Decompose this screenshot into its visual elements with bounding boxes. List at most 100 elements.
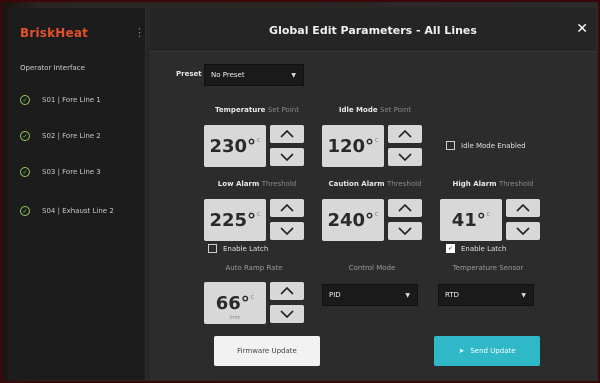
idle-mode-setpoint-label: Idle Mode Set Point bbox=[320, 106, 430, 114]
firmware-update-button[interactable]: Firmware Update bbox=[214, 336, 320, 366]
caution-alarm-number: 240° bbox=[327, 209, 375, 231]
high-alarm-value: 41° C bbox=[440, 199, 502, 241]
low-alarm-decrease-button[interactable] bbox=[270, 222, 304, 240]
send-update-button[interactable]: ➤ Send Update bbox=[434, 336, 540, 366]
control-mode-select[interactable]: PID ▼ bbox=[322, 284, 418, 306]
high-alarm-increase-button[interactable] bbox=[506, 199, 540, 217]
control-mode-label: Control Mode bbox=[348, 264, 396, 272]
checkbox-box bbox=[446, 141, 455, 150]
enable-latch-high-label: Enable Latch bbox=[461, 244, 507, 253]
idle-mode-enabled-checkbox[interactable]: Idle Mode Enabled bbox=[446, 141, 526, 150]
enable-latch-low-checkbox[interactable]: Enable Latch bbox=[208, 244, 268, 253]
chevron-up-icon bbox=[398, 130, 412, 138]
idle-mode-enabled-label: Idle Mode Enabled bbox=[461, 141, 526, 150]
chevron-up-icon bbox=[516, 204, 530, 212]
auto-ramp-rate-unit: C bbox=[250, 295, 255, 301]
chevron-down-icon: ▼ bbox=[521, 292, 526, 299]
sidebar-section-title: Operator Interface bbox=[20, 64, 85, 72]
caution-alarm-increase-button[interactable] bbox=[388, 199, 422, 217]
high-alarm-label-main: High Alarm bbox=[452, 180, 497, 188]
low-alarm-increase-button[interactable] bbox=[270, 199, 304, 217]
checkbox-box bbox=[208, 244, 217, 253]
temperature-label-main: Temperature bbox=[215, 106, 266, 114]
preset-value: No Preset bbox=[211, 71, 245, 79]
chevron-down-icon bbox=[398, 153, 412, 161]
preset-select[interactable]: No Preset ▼ bbox=[204, 64, 304, 86]
auto-ramp-rate-value: 66° C /min bbox=[204, 282, 266, 324]
header: Global Edit Parameters - All Lines ✕ bbox=[150, 8, 596, 52]
idle-mode-setpoint-unit: C bbox=[375, 138, 379, 144]
kebab-menu-icon[interactable]: ⋮ bbox=[134, 26, 145, 39]
low-alarm-unit: C bbox=[257, 212, 261, 218]
close-icon[interactable]: ✕ bbox=[576, 21, 588, 37]
idle-mode-setpoint-number: 120° bbox=[327, 135, 375, 157]
temperature-sensor-select[interactable]: RTD ▼ bbox=[438, 284, 534, 306]
sidebar-item-s02[interactable]: ✓ S02 | Fore Line 2 bbox=[20, 128, 101, 144]
sidebar-item-label: S03 | Fore Line 3 bbox=[42, 168, 101, 176]
sidebar-item-s04[interactable]: ✓ S04 | Exhaust Line 2 bbox=[20, 203, 114, 219]
caution-alarm-label-main: Caution Alarm bbox=[328, 180, 385, 188]
temperature-decrease-button[interactable] bbox=[270, 148, 304, 166]
chevron-down-icon bbox=[280, 227, 294, 235]
temperature-setpoint-unit: C bbox=[257, 138, 261, 144]
caution-alarm-decrease-button[interactable] bbox=[388, 222, 422, 240]
chevron-down-icon bbox=[280, 310, 294, 318]
idle-mode-decrease-button[interactable] bbox=[388, 148, 422, 166]
high-alarm-number: 41° bbox=[451, 209, 486, 231]
low-alarm-label-sub: Threshold bbox=[261, 180, 297, 188]
caution-alarm-value: 240° C bbox=[322, 199, 384, 241]
high-alarm-label: High Alarm Threshold bbox=[438, 180, 548, 188]
control-mode-value: PID bbox=[329, 291, 341, 299]
chevron-down-icon: ▼ bbox=[405, 292, 410, 299]
temperature-sensor-label: Temperature Sensor bbox=[452, 264, 524, 272]
chevron-up-icon bbox=[280, 287, 294, 295]
preset-label: Preset bbox=[176, 70, 202, 78]
temperature-label-sub: Set Point bbox=[267, 106, 299, 114]
main-panel: Global Edit Parameters - All Lines ✕ Pre… bbox=[150, 8, 596, 380]
chevron-down-icon: ▼ bbox=[291, 72, 296, 79]
chevron-down-icon bbox=[280, 153, 294, 161]
temperature-setpoint-value: 230° C bbox=[204, 125, 266, 167]
auto-ramp-rate-increase-button[interactable] bbox=[270, 282, 304, 300]
sidebar-item-label: S02 | Fore Line 2 bbox=[42, 132, 101, 140]
caution-alarm-label: Caution Alarm Threshold bbox=[320, 180, 430, 188]
check-circle-icon: ✓ bbox=[20, 131, 30, 141]
auto-ramp-rate-label: Auto Ramp Rate bbox=[225, 264, 283, 272]
send-update-label: Send Update bbox=[470, 347, 516, 355]
check-circle-icon: ✓ bbox=[20, 167, 30, 177]
chevron-down-icon bbox=[516, 227, 530, 235]
chevron-down-icon bbox=[398, 227, 412, 235]
low-alarm-label: Low Alarm Threshold bbox=[202, 180, 312, 188]
temperature-increase-button[interactable] bbox=[270, 125, 304, 143]
brand-logo: BriskHeat bbox=[20, 26, 89, 40]
check-circle-icon: ✓ bbox=[20, 206, 30, 216]
low-alarm-label-main: Low Alarm bbox=[217, 180, 260, 188]
auto-ramp-rate-decrease-button[interactable] bbox=[270, 305, 304, 323]
high-alarm-decrease-button[interactable] bbox=[506, 222, 540, 240]
sidebar-item-label: S04 | Exhaust Line 2 bbox=[42, 207, 114, 215]
auto-ramp-rate-caption: /min bbox=[229, 315, 241, 321]
caution-alarm-label-sub: Threshold bbox=[387, 180, 422, 188]
check-circle-icon: ✓ bbox=[20, 95, 30, 105]
idle-label-sub: Set Point bbox=[380, 106, 412, 114]
idle-mode-setpoint-value: 120° C bbox=[322, 125, 384, 167]
page-title: Global Edit Parameters - All Lines bbox=[269, 24, 477, 37]
chevron-up-icon bbox=[280, 204, 294, 212]
sidebar: BriskHeat ⋮ Operator Interface ✓ S01 | F… bbox=[8, 8, 146, 380]
high-alarm-unit: C bbox=[486, 212, 491, 218]
low-alarm-number: 225° bbox=[209, 209, 257, 231]
enable-latch-low-label: Enable Latch bbox=[223, 244, 269, 253]
high-alarm-label-sub: Threshold bbox=[498, 180, 534, 188]
caution-alarm-unit: C bbox=[375, 212, 379, 218]
temperature-setpoint-number: 230° bbox=[209, 135, 257, 157]
chevron-up-icon bbox=[280, 130, 294, 138]
enable-latch-high-checkbox[interactable]: ✓ Enable Latch bbox=[446, 244, 506, 253]
temperature-setpoint-label: Temperature Set Point bbox=[202, 106, 312, 114]
sidebar-item-s01[interactable]: ✓ S01 | Fore Line 1 bbox=[20, 92, 101, 108]
sidebar-item-s03[interactable]: ✓ S03 | Fore Line 3 bbox=[20, 164, 101, 180]
idle-mode-increase-button[interactable] bbox=[388, 125, 422, 143]
temperature-sensor-value: RTD bbox=[445, 291, 460, 299]
checkbox-checked-icon: ✓ bbox=[446, 244, 455, 253]
sidebar-item-label: S01 | Fore Line 1 bbox=[42, 96, 101, 104]
low-alarm-value: 225° C bbox=[204, 199, 266, 241]
